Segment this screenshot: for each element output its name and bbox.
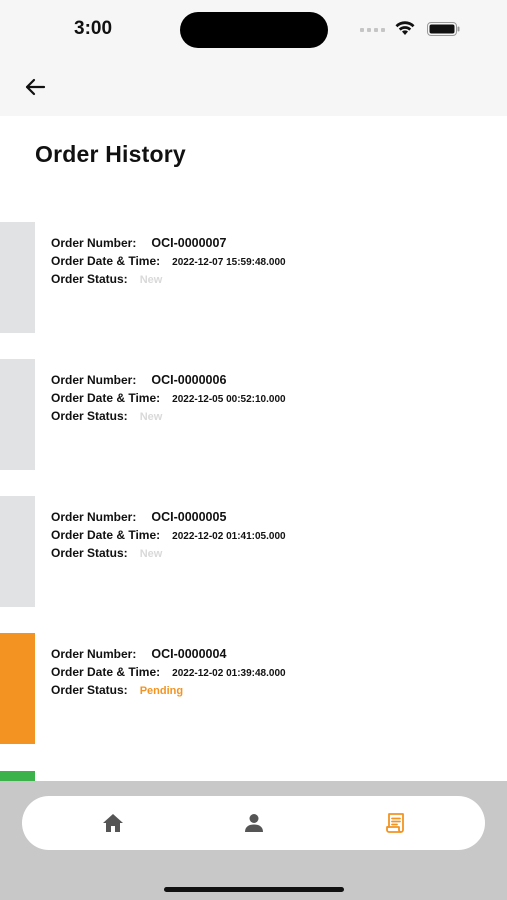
order-status-label: Order Status: [51,409,128,423]
order-status-stripe [0,222,35,333]
order-number-label: Order Number: [51,373,137,387]
order-status-stripe [0,771,35,781]
arrow-left-icon [25,78,46,96]
order-card[interactable]: Order Number: OCI-0000007 Order Date & Ti… [0,222,507,333]
order-date-label: Order Date & Time: [51,254,161,268]
home-icon [103,814,123,832]
order-date-value: 2022-12-05 00:52:10.000 [172,394,286,405]
order-date-value: 2022-12-07 15:59:48.000 [172,257,286,268]
back-button[interactable] [20,72,50,102]
order-date-value: 2022-12-02 01:39:48.000 [172,668,286,679]
order-number-row: Order Number: OCI-0000004 [51,647,226,661]
order-number-row: Order Number: OCI-0000007 [51,236,226,250]
order-number-label: Order Number: [51,510,137,524]
order-date-row: Order Date & Time: 2022-12-02 01:39:48.00… [51,665,286,679]
battery-icon [427,22,460,36]
order-date-label: Order Date & Time: [51,528,161,542]
order-status-row: Order Status: New [51,546,162,560]
status-bar: 3:00 [0,0,507,58]
home-indicator [164,887,344,892]
page-title: Order History [35,141,186,167]
order-date-row: Order Date & Time: 2022-12-07 15:59:48.00… [51,254,286,268]
order-number-label: Order Number: [51,236,137,250]
navigation-bar [0,58,507,116]
order-status-value: Pending [139,685,184,697]
order-status-stripe [0,359,35,470]
receipt-icon [386,813,404,833]
person-icon [245,814,263,832]
order-number-row: Order Number: OCI-0000006 [51,373,226,387]
order-status-stripe [0,633,35,744]
order-card[interactable]: Order Number: OCI-0000006 Order Date & Ti… [0,359,507,470]
order-number-row: Order Number: OCI-0000005 [51,510,226,524]
order-status-row: Order Status: New [51,272,162,286]
dynamic-island [180,12,328,48]
tab-bar-area [0,781,507,900]
order-date-row: Order Date & Time: 2022-12-05 00:52:10.00… [51,391,286,405]
order-number-value: OCI-0000007 [151,236,227,250]
order-card[interactable]: Order Number: OCI-0000005 Order Date & Ti… [0,496,507,607]
status-time: 3:00 [74,18,113,39]
tab-bar [22,796,485,850]
order-number-label: Order Number: [51,647,137,661]
cellular-signal-icon [360,28,385,32]
order-status-stripe [0,496,35,607]
order-status-label: Order Status: [51,546,128,560]
order-status-value: New [139,274,163,286]
order-number-value: OCI-0000006 [151,373,227,387]
order-card[interactable]: Order Number: OCI-0000004 Order Date & Ti… [0,633,507,744]
order-date-label: Order Date & Time: [51,665,161,679]
tab-orders[interactable] [382,809,410,837]
order-status-row: Order Status: New [51,409,162,423]
order-status-label: Order Status: [51,272,128,286]
order-status-row: Order Status: Pending [51,683,183,697]
order-date-row: Order Date & Time: 2022-12-02 01:41:05.00… [51,528,286,542]
order-status-label: Order Status: [51,683,128,697]
order-number-value: OCI-0000004 [151,647,227,661]
order-date-value: 2022-12-02 01:41:05.000 [172,531,286,542]
order-number-value: OCI-0000005 [151,510,227,524]
tab-home[interactable] [99,809,127,837]
wifi-icon [395,21,415,35]
order-date-label: Order Date & Time: [51,391,161,405]
tab-profile[interactable] [240,809,268,837]
order-status-value: New [139,548,163,560]
order-status-value: New [139,411,163,423]
